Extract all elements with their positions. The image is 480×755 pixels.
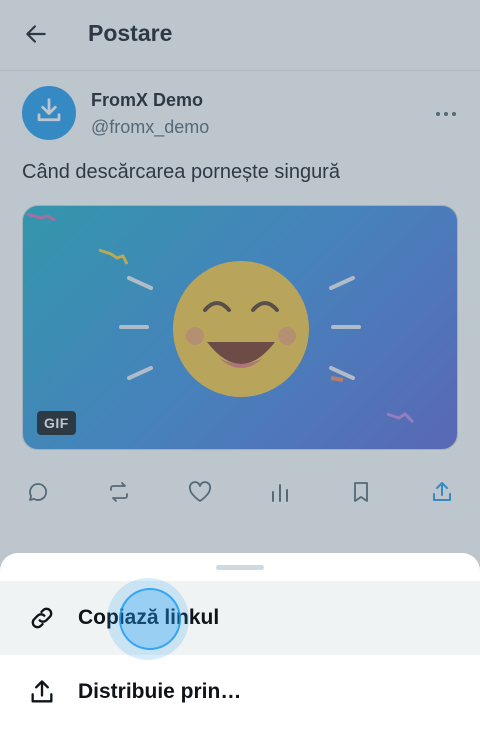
share-icon bbox=[28, 678, 56, 706]
share-via-menu-item[interactable]: Distribuie prin… bbox=[0, 655, 480, 729]
copy-link-menu-item[interactable]: Copiază linkul bbox=[0, 581, 480, 655]
post-screen: Postare FromX Demo @fromx_demo Când desc… bbox=[0, 0, 480, 755]
share-via-label: Distribuie prin… bbox=[78, 680, 242, 703]
touch-ripple-indicator bbox=[119, 588, 181, 650]
share-bottom-sheet: Copiază linkul Distribuie prin… bbox=[0, 553, 480, 755]
sheet-grabber-handle[interactable] bbox=[216, 565, 264, 570]
link-icon bbox=[28, 604, 56, 632]
